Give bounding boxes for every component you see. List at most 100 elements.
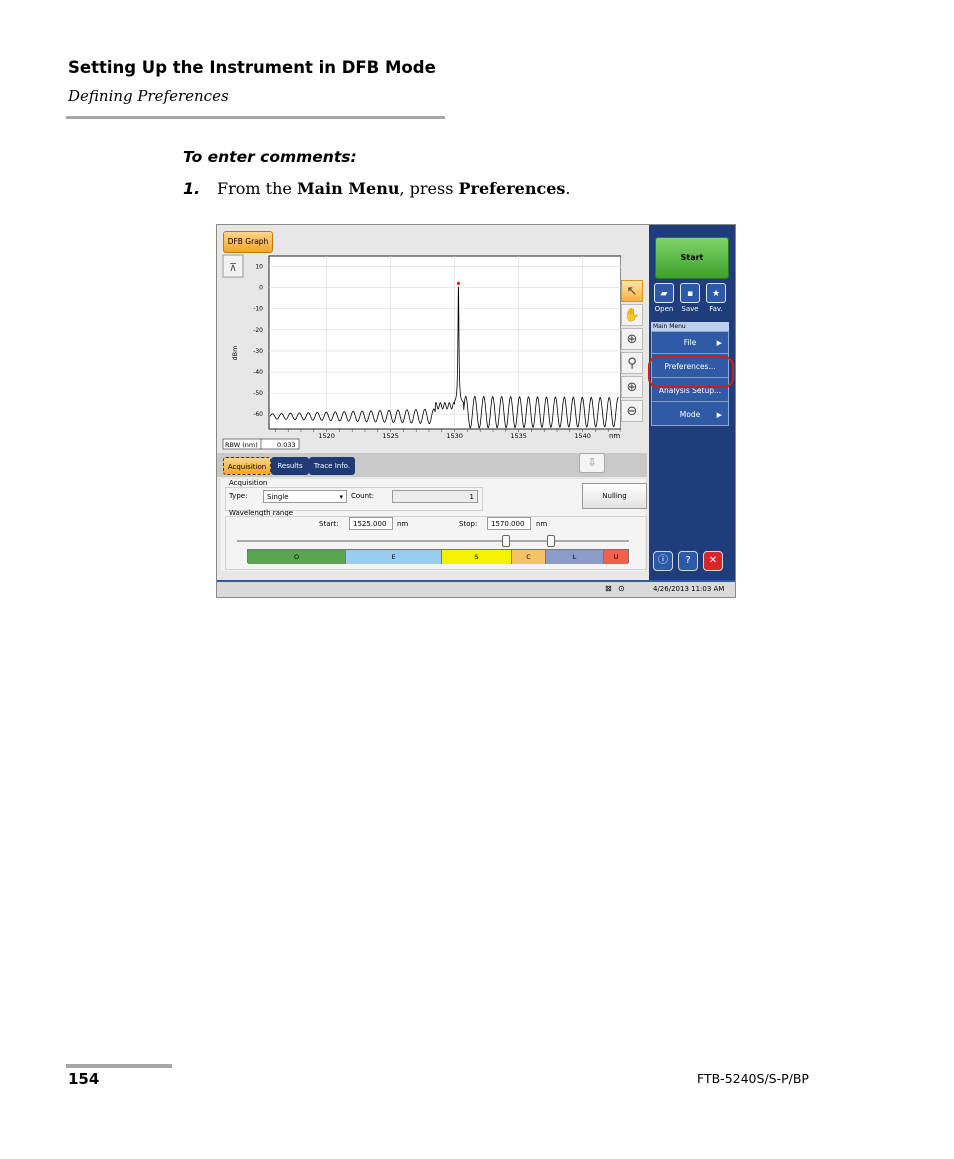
clock-icon: ⊙: [618, 584, 625, 593]
band-u: U: [604, 550, 628, 564]
nulling-button[interactable]: Nulling: [582, 483, 647, 509]
exit-button[interactable]: ✕: [703, 551, 723, 571]
start-unit: nm: [397, 520, 409, 528]
main-menu: File ▶ Preferences... Analysis Setup... M…: [648, 331, 734, 426]
zoom-tool[interactable]: ⚲: [621, 352, 643, 374]
hand-icon: ✋: [623, 307, 641, 323]
header-title: Setting Up the Instrument in DFB Mode: [68, 58, 436, 77]
x-axis-ticks: 1520 1525 1530 1535 1540: [275, 429, 621, 440]
tab-results[interactable]: Results: [271, 457, 309, 475]
status-datetime: 4/26/2013 11:03 AM: [653, 585, 725, 593]
y-tick-label: 0: [259, 285, 263, 292]
x-tick-label: 1525: [382, 432, 399, 440]
sidebar: Start ▰ ▪ ★ Open Save Fav. Main Menu Fil…: [648, 225, 735, 580]
menu-item-mode[interactable]: Mode ▶: [652, 404, 728, 426]
rbw-label: RBW (nm): [225, 441, 258, 449]
open-label: Open: [654, 305, 674, 313]
graph-marker-icon: ⊼: [229, 261, 237, 274]
start-label: Start:: [319, 520, 339, 528]
zoom-out-tool[interactable]: ⊖: [621, 400, 643, 422]
pointer-tool[interactable]: ↖: [621, 280, 643, 302]
x-tick-label: 1535: [510, 432, 527, 440]
y-tick-label: -60: [253, 411, 263, 418]
rbw-value: 0.033: [277, 441, 296, 449]
start-button[interactable]: Start: [655, 237, 729, 279]
spectrum-graph: ⊼ 10 0 -10 -20 -30 -40 -50 -60 1520 1525 1530 1535…: [222, 254, 621, 450]
step-main-menu: Main Menu: [296, 179, 400, 198]
band-l: L: [546, 550, 604, 564]
star-icon: ★: [711, 289, 721, 299]
close-icon: ✕: [708, 555, 718, 566]
x-tick-label: 1540: [574, 432, 591, 440]
procedure-step: 1. From the Main Menu, press Preferences.: [183, 179, 570, 198]
band-e: E: [346, 550, 442, 564]
count-label: Count:: [351, 492, 375, 500]
arrow-down-icon: ⇩: [587, 456, 597, 469]
tab-trace-info[interactable]: Trace Info.: [309, 457, 355, 475]
collapse-arrow-button[interactable]: ⇩: [579, 453, 605, 473]
y-axis-label: dBm: [231, 346, 239, 361]
page-number: 154: [68, 1070, 100, 1088]
step-number: 1.: [183, 179, 201, 198]
count-field[interactable]: 1: [392, 490, 478, 503]
save-button[interactable]: ▪: [680, 283, 700, 303]
status-bar: ⊠ ⊙ 4/26/2013 11:03 AM: [217, 580, 735, 597]
network-icon: ⊠: [605, 584, 612, 593]
band-c: C: [512, 550, 546, 564]
type-select-value: Single: [267, 493, 289, 501]
step-preferences: Preferences: [458, 179, 566, 198]
pointer-icon: ↖: [626, 283, 638, 299]
step-text-mid: , press: [399, 179, 459, 198]
bottom-tab-bar: Acquisition Results Trace Info. ⇩: [217, 453, 647, 477]
menu-item-file[interactable]: File ▶: [652, 332, 728, 354]
band-bar: O E S C L U: [247, 549, 629, 564]
type-label: Type:: [229, 492, 248, 500]
zoom-out-icon: ⊖: [626, 403, 638, 419]
dropdown-arrow-icon: ▾: [339, 493, 343, 501]
dfb-graph-tab[interactable]: DFB Graph: [223, 231, 273, 253]
y-tick-label: 10: [255, 264, 263, 271]
help-icon: ?: [685, 555, 691, 566]
fav-label: Fav.: [709, 305, 723, 313]
acquisition-panel: Acquisition Type: Single ▾ Count: 1 Nulli…: [221, 479, 647, 571]
range-slider-start-handle[interactable]: [502, 535, 510, 547]
chevron-right-icon: ▶: [716, 339, 722, 347]
header-rule: [66, 116, 445, 119]
menu-item-file-label: File: [683, 338, 697, 347]
band-o: O: [248, 550, 346, 564]
info-icon: ⓘ: [658, 555, 668, 566]
y-tick-label: -30: [253, 348, 263, 355]
folder-icon: ▰: [660, 289, 668, 299]
type-select[interactable]: Single ▾: [263, 490, 347, 503]
zoom-in-icon: ⊕: [626, 379, 638, 395]
y-tick-label: -50: [253, 390, 263, 397]
help-button[interactable]: ?: [678, 551, 698, 571]
step-text-prefix: From the: [217, 179, 297, 198]
magnifier-icon: ⚲: [627, 355, 637, 371]
info-button[interactable]: ⓘ: [653, 551, 673, 571]
open-button[interactable]: ▰: [654, 283, 674, 303]
stop-unit: nm: [536, 520, 548, 528]
band-s: S: [442, 550, 512, 564]
peak-marker: [456, 281, 460, 285]
app-screenshot: DFB Graph ⊼ 10 0 -10 -20 -30 -40 -50 -60 1520 15…: [216, 224, 736, 598]
pan-tool[interactable]: ✋: [621, 304, 643, 326]
zoom-area-icon: ⊕: [626, 331, 638, 347]
x-tick-label: 1530: [446, 432, 463, 440]
graph-toolbar: ↖ ✋ ⊕ ⚲ ⊕ ⊖: [621, 280, 643, 424]
x-axis-label: nm: [609, 432, 620, 440]
start-field[interactable]: 1525.000: [349, 517, 393, 530]
zoom-in-tool[interactable]: ⊕: [621, 376, 643, 398]
range-slider-stop-handle[interactable]: [547, 535, 555, 547]
stop-field[interactable]: 1570.000: [487, 517, 531, 530]
tab-acquisition[interactable]: Acquisition: [223, 457, 271, 475]
header-subtitle: Defining Preferences: [68, 87, 229, 105]
range-slider-track[interactable]: [237, 540, 629, 542]
x-tick-label: 1520: [318, 432, 335, 440]
y-axis-ticks: 10 0 -10 -20 -30 -40 -50 -60: [253, 264, 263, 419]
favorites-button[interactable]: ★: [706, 283, 726, 303]
procedure-title: To enter comments:: [183, 148, 357, 166]
zoom-area-tool[interactable]: ⊕: [621, 328, 643, 350]
menu-item-mode-label: Mode: [679, 410, 701, 419]
stop-label: Stop:: [459, 520, 478, 528]
